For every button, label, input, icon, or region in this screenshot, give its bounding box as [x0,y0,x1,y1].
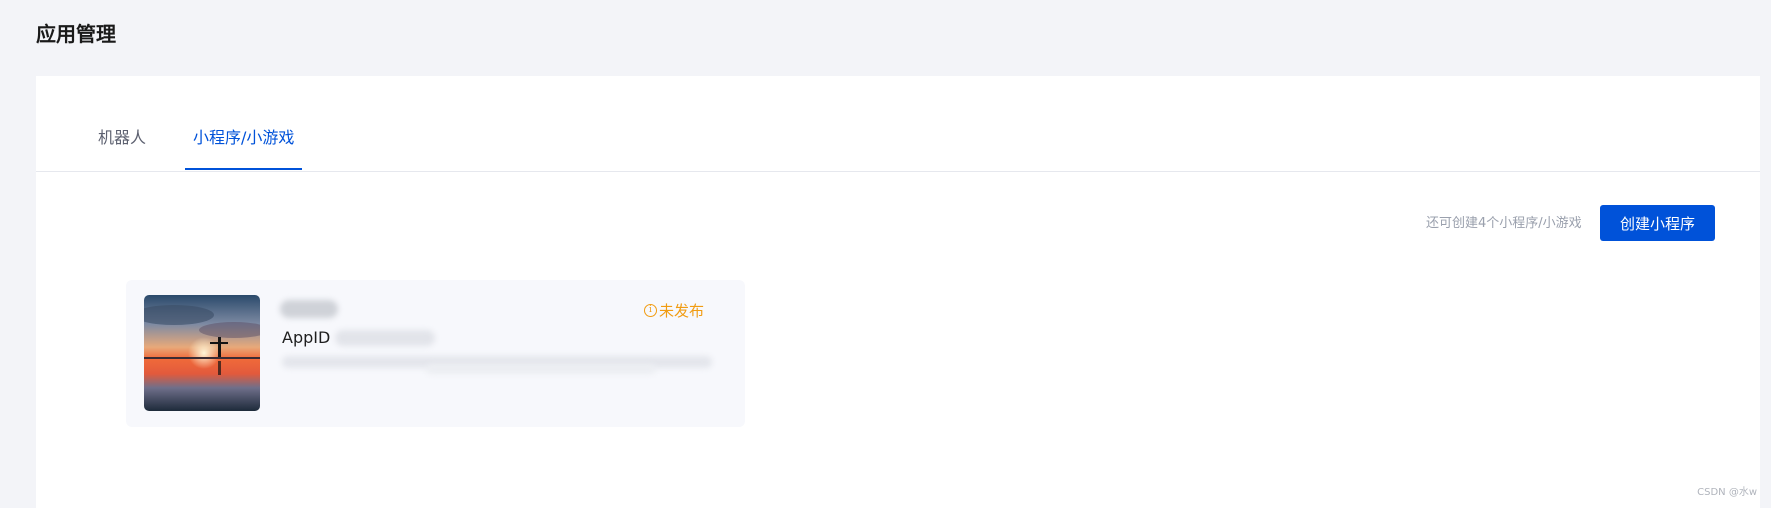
app-management-panel: 机器人 小程序/小游戏 还可创建4个小程序/小游戏 创建小程序 AppID i … [36,76,1760,508]
info-circle-icon: i [644,304,657,317]
app-id-row: AppID [282,328,330,347]
redacted-app-description-tail [426,364,656,374]
redacted-app-name [280,300,338,318]
app-card[interactable]: AppID i 未发布 [126,280,745,427]
tab-mini-program-game[interactable]: 小程序/小游戏 [185,124,303,170]
remaining-quota-text: 还可创建4个小程序/小游戏 [1426,216,1582,231]
status-badge: i 未发布 [644,300,704,321]
status-label: 未发布 [659,302,705,320]
app-id-label: AppID [282,328,331,347]
create-mini-program-button[interactable]: 创建小程序 [1600,205,1715,241]
app-thumbnail [144,295,260,411]
redacted-app-id [335,330,435,346]
page-title: 应用管理 [36,22,116,46]
watermark: CSDN @水w [1697,487,1757,498]
tab-bar: 机器人 小程序/小游戏 [36,76,1760,172]
tab-robot[interactable]: 机器人 [98,124,146,170]
